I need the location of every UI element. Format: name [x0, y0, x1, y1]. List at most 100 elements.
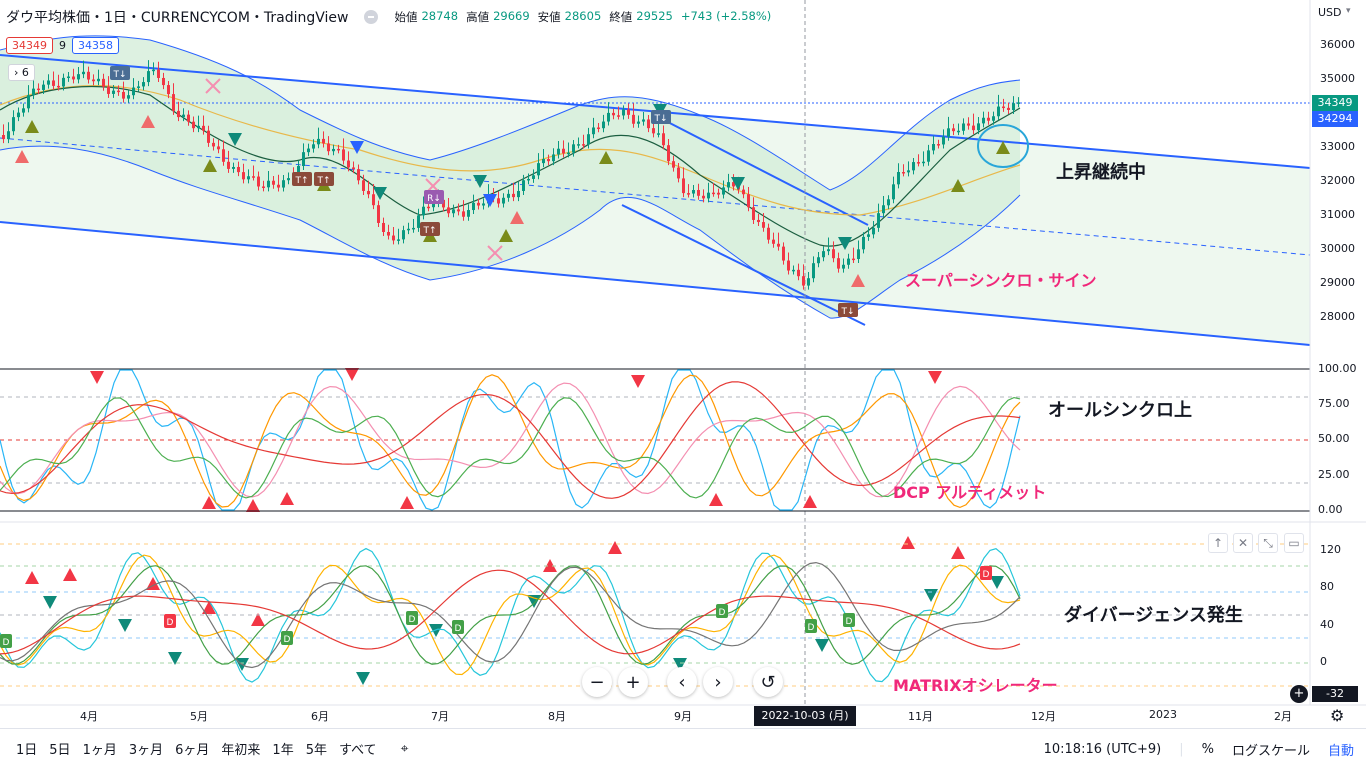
candle-body	[537, 163, 540, 176]
annotation-super-sync: スーパーシンクロ・サイン	[905, 271, 1097, 290]
time-label: 8月	[548, 710, 566, 723]
indicator-value-blue[interactable]: 34358	[72, 37, 119, 54]
change-value: +743 (+2.58%)	[680, 9, 772, 23]
range-6[interactable]: 1年	[266, 739, 299, 758]
candle-body	[532, 175, 535, 179]
candle-body	[477, 202, 480, 206]
candle-body	[727, 182, 730, 188]
candle-body	[457, 209, 460, 212]
candle-body	[982, 117, 985, 124]
percent-toggle[interactable]: %	[1202, 742, 1214, 757]
range-1[interactable]: 5日	[43, 739, 76, 758]
indicator-value-red[interactable]: 34349	[6, 37, 53, 54]
candle-body	[132, 87, 135, 96]
move-up-icon[interactable]: ↑	[1208, 533, 1228, 553]
osc1-bottom-signal	[280, 492, 294, 505]
candle-body	[117, 90, 120, 93]
candle-body	[612, 112, 615, 116]
candle-body	[22, 108, 25, 113]
log-scale-toggle[interactable]: ログスケール	[1232, 740, 1310, 759]
hide-icon[interactable]	[364, 10, 379, 24]
zoom-out-button[interactable]: −	[582, 667, 612, 697]
range-4[interactable]: 6ヶ月	[169, 739, 215, 758]
clock-time[interactable]: 10:18:16 (UTC+9)	[1044, 742, 1162, 757]
candle-body	[147, 71, 150, 83]
reset-button[interactable]: ↺	[753, 667, 783, 697]
candle-body	[92, 79, 95, 82]
candle-body	[72, 76, 75, 80]
indicator-collapse-button[interactable]: › 6	[8, 64, 35, 81]
symbol-title[interactable]: ダウ平均株価・1日・CURRENCYCOM・TradingView	[6, 7, 348, 27]
candle-body	[802, 276, 805, 286]
osc1-top-signal	[631, 375, 645, 388]
candle-body	[647, 119, 650, 129]
osc1-tick: 75.00	[1318, 397, 1350, 410]
candle-body	[517, 190, 520, 198]
signal-tag-label: T↑	[294, 176, 308, 186]
osc1-bottom-signal	[400, 496, 414, 509]
candle-body	[342, 149, 345, 161]
osc2-tick: 0	[1320, 655, 1327, 668]
range-8[interactable]: すべて	[333, 739, 383, 758]
osc2-trough-signal	[356, 672, 370, 685]
add-icon[interactable]: +	[1290, 685, 1308, 703]
candle-body	[752, 207, 755, 220]
collapse-icon[interactable]: ⤡	[1258, 533, 1278, 553]
osc2-trough-signal	[990, 576, 1004, 589]
osc2-peak-signal	[25, 571, 39, 584]
candle-body	[52, 80, 55, 86]
candle-body	[942, 136, 945, 145]
candle-body	[77, 74, 80, 80]
candle-body	[127, 95, 130, 99]
scroll-right-button[interactable]: ›	[703, 667, 733, 697]
candle-body	[917, 162, 920, 164]
candle-body	[382, 222, 385, 233]
divergence-tag-label: D	[983, 570, 990, 580]
osc1-bottom-signal	[246, 499, 260, 512]
divergence-tag-label: D	[284, 635, 291, 645]
candle-body	[12, 117, 15, 132]
candle-body	[122, 91, 125, 99]
candle-body	[322, 138, 325, 144]
close-icon[interactable]: ✕	[1233, 533, 1253, 553]
ohlc-values: 始値 28748 高値 29669 安値 28605 終値 29525 +743 (+2…	[394, 9, 772, 24]
price-tick: 28000	[1320, 310, 1355, 323]
time-label: 5月	[190, 710, 208, 723]
candle-body	[992, 116, 995, 121]
candle-body	[32, 88, 35, 96]
candle-body	[247, 176, 250, 180]
candle-body	[152, 69, 155, 72]
candle-body	[287, 178, 290, 181]
range-3[interactable]: 3ヶ月	[123, 739, 169, 758]
currency-label[interactable]: USD	[1318, 6, 1342, 19]
date-range-icon[interactable]: ⌖	[401, 741, 409, 757]
candle-body	[187, 114, 190, 122]
candle-body	[252, 176, 255, 178]
range-7[interactable]: 5年	[300, 739, 333, 758]
candle-body	[327, 143, 330, 152]
candle-body	[512, 193, 515, 198]
candle-body	[617, 115, 620, 117]
plus-icon: +	[625, 671, 641, 693]
crosshair-date-label: 2022-10-03 (月)	[754, 706, 856, 726]
candle-body	[222, 149, 225, 162]
osc1-bottom-signal	[803, 495, 817, 508]
candle-body	[17, 112, 20, 118]
auto-scale-toggle[interactable]: 自動	[1328, 740, 1354, 759]
range-5[interactable]: 年初来	[215, 739, 266, 758]
zoom-in-button[interactable]: +	[618, 667, 648, 697]
range-0[interactable]: 1日	[10, 739, 43, 758]
candle-body	[662, 133, 665, 146]
price-tick: 36000	[1320, 38, 1355, 51]
candle-body	[832, 249, 835, 259]
candle-body	[447, 207, 450, 214]
candle-body	[852, 258, 855, 261]
scroll-left-button[interactable]: ‹	[667, 667, 697, 697]
candle-body	[782, 246, 785, 261]
candle-body	[887, 199, 890, 206]
settings-gear-icon[interactable]: ⚙	[1330, 706, 1344, 725]
maximize-icon[interactable]: ▭	[1284, 533, 1304, 553]
chevron-down-icon[interactable]: ▾	[1346, 6, 1351, 16]
range-2[interactable]: 1ヶ月	[77, 739, 123, 758]
osc2-peak-signal	[951, 546, 965, 559]
